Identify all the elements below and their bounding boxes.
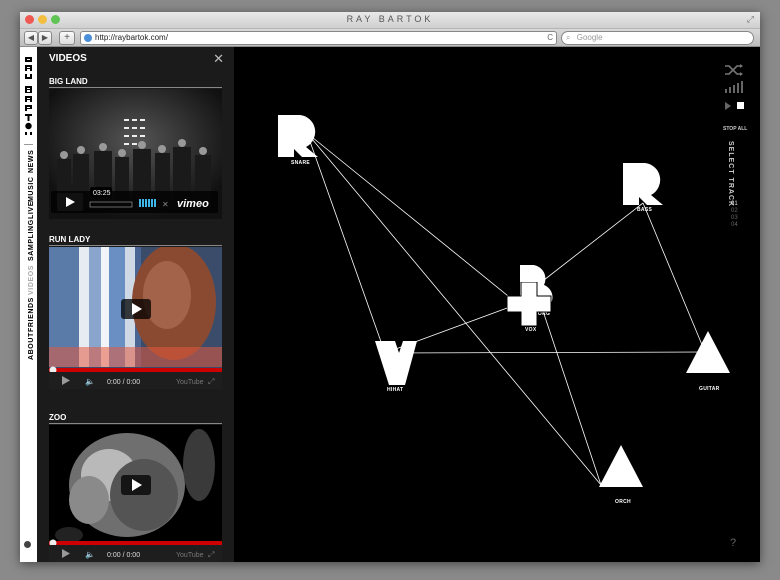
title-bar: RAY BARTOK ⤢ xyxy=(20,12,760,29)
nav-item-music[interactable]: MUSIC xyxy=(28,176,35,202)
nav-item-about[interactable]: ABOUT xyxy=(28,332,35,360)
youtube-logo[interactable]: YouTube xyxy=(176,379,204,386)
close-icon[interactable]: ✕ xyxy=(213,51,224,67)
browser-toolbar: ◀ ▶ + http://raybartok.com/ C ⌕ Google xyxy=(20,29,760,47)
track-02[interactable]: 02 xyxy=(731,208,738,214)
stop-all-button[interactable]: STOP ALL xyxy=(723,126,747,132)
shape-label-bass: BASS xyxy=(637,207,653,213)
help-icon[interactable]: ? xyxy=(730,537,736,549)
add-bookmark-button[interactable]: + xyxy=(59,31,75,45)
nav-item-sampling[interactable]: SAMPLING xyxy=(28,219,35,261)
volume-bars-icon[interactable] xyxy=(725,81,743,93)
nav-item-live[interactable]: LIVE xyxy=(28,201,35,219)
shape-label-hihat: HIHAT xyxy=(387,387,404,393)
volume-icon: 🔈 xyxy=(85,550,95,559)
nav-item-videos[interactable]: VIDEOS xyxy=(28,265,35,295)
panel-title: VIDEOS xyxy=(49,53,87,64)
url-text: http://raybartok.com/ xyxy=(95,33,168,42)
browser-window: RAY BARTOK ⤢ ◀ ▶ + http://raybartok.com/… xyxy=(20,12,760,562)
globe-icon xyxy=(84,34,92,42)
video-divider xyxy=(49,423,222,424)
window-title: RAY BARTOK xyxy=(346,14,434,24)
track-01[interactable]: 01 xyxy=(731,201,738,207)
triangle-icon[interactable] xyxy=(599,445,643,487)
r-letter-icon[interactable] xyxy=(278,115,322,157)
nav-divider xyxy=(24,144,33,145)
track-03[interactable]: 03 xyxy=(731,215,738,221)
address-bar[interactable]: http://raybartok.com/ C xyxy=(80,31,557,45)
search-placeholder: Google xyxy=(576,33,603,42)
fullscreen-icon: ⤢ xyxy=(207,377,214,386)
videos-panel: VIDEOS ✕ BIG LAND 03:25 ✕ vimeo RUN LADY… xyxy=(37,47,234,562)
shuffle-icon[interactable] xyxy=(725,64,743,76)
cross-icon[interactable] xyxy=(507,282,553,326)
vimeo-player-big-land[interactable]: 03:25 ✕ vimeo xyxy=(49,89,222,219)
nav-item-news[interactable]: NEWS xyxy=(28,150,35,173)
forward-button[interactable]: ▶ xyxy=(38,31,52,45)
video-title-zoo: ZOO xyxy=(49,413,67,422)
fullscreen-icon[interactable]: ⤢ xyxy=(747,14,754,25)
shape-label-orch: ORCH xyxy=(615,499,631,505)
youtube-player-run-lady[interactable]: 🔈 0:00 / 0:00 YouTube ⤢ xyxy=(49,247,222,389)
video-title-run-lady: RUN LADY xyxy=(49,235,91,244)
youtube-time: 0:00 / 0:00 xyxy=(107,379,140,386)
svg-text:✕: ✕ xyxy=(162,200,169,209)
search-input[interactable]: ⌕ Google xyxy=(561,31,754,45)
track-04[interactable]: 04 xyxy=(731,222,738,228)
select-track-label: SELECT TRACK xyxy=(727,141,734,208)
vimeo-time: 03:25 xyxy=(93,190,111,197)
fullscreen-icon: ⤢ xyxy=(207,550,214,559)
video-divider xyxy=(49,245,222,246)
search-icon: ⌕ xyxy=(566,33,571,42)
video-divider xyxy=(49,87,222,88)
volume-icon: 🔈 xyxy=(85,377,95,386)
reload-icon[interactable]: C xyxy=(547,32,553,44)
info-icon[interactable] xyxy=(24,541,31,548)
music-stage: SNARE BASS KORG VOX HIHAT GUITAR ORCH ST… xyxy=(235,47,760,562)
youtube-player-zoo[interactable]: 🔈 0:00 / 0:00 YouTube ⤢ xyxy=(49,425,222,562)
nav-item-friends[interactable]: FRIENDS xyxy=(28,297,35,332)
vertical-nav: NEWS MUSIC LIVE SAMPLING VIDEOS FRIENDS … xyxy=(20,47,37,562)
video-title-big-land: BIG LAND xyxy=(49,77,88,86)
vimeo-logo[interactable]: vimeo xyxy=(177,198,209,210)
shape-label-vox: VOX xyxy=(525,327,537,333)
page-content: NEWS MUSIC LIVE SAMPLING VIDEOS FRIENDS … xyxy=(20,47,760,562)
back-button[interactable]: ◀ xyxy=(24,31,38,45)
shape-label-snare: SNARE xyxy=(291,160,311,166)
y-letter-icon[interactable] xyxy=(375,341,419,385)
play-stop-controls[interactable] xyxy=(725,102,745,110)
r-letter-icon[interactable] xyxy=(623,163,667,205)
stop-icon xyxy=(737,102,744,109)
shape-label-guitar: GUITAR xyxy=(699,386,720,392)
play-icon xyxy=(725,102,731,110)
ray-bartok-logo[interactable] xyxy=(21,55,36,135)
youtube-logo[interactable]: YouTube xyxy=(176,552,204,559)
triangle-icon[interactable] xyxy=(686,331,730,373)
youtube-time: 0:00 / 0:00 xyxy=(107,552,140,559)
